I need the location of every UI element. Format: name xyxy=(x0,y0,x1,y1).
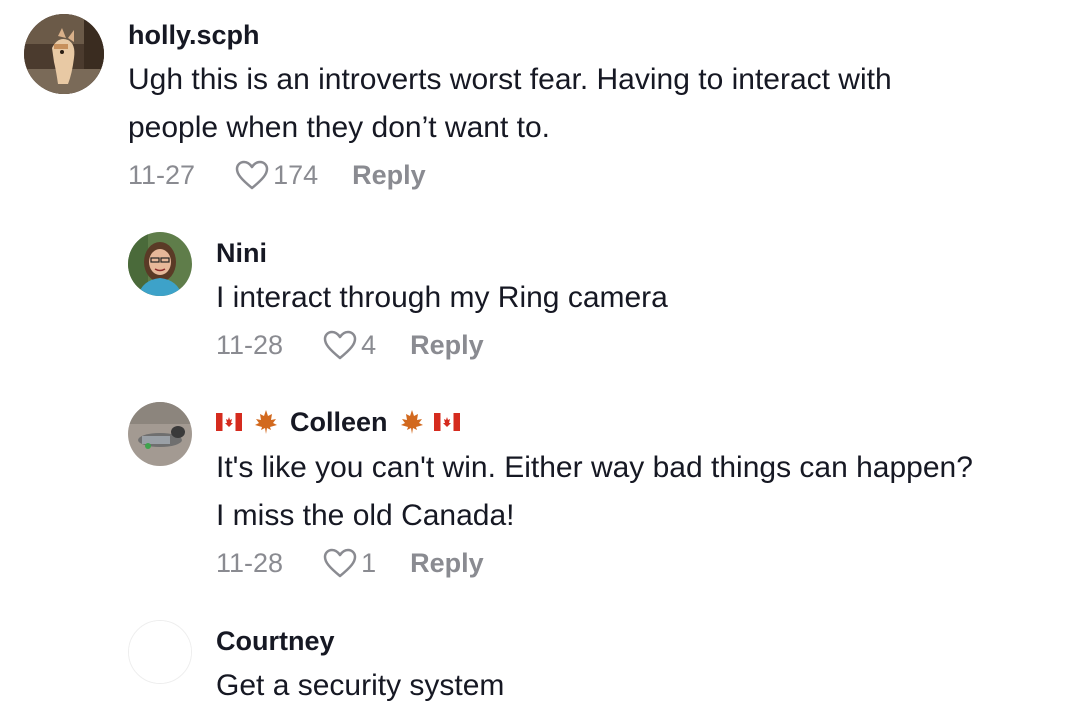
avatar[interactable] xyxy=(128,620,192,684)
comment-text-line: It's like you can't win. Either way bad … xyxy=(216,451,973,484)
reply-button[interactable]: Reply xyxy=(352,161,426,189)
avatar[interactable] xyxy=(24,14,104,94)
heart-icon xyxy=(323,330,357,360)
comment-text-line: Get a security system xyxy=(216,669,505,702)
comment-text-line: I miss the old Canada! xyxy=(216,499,515,532)
comment-date: 11-28 xyxy=(216,547,284,578)
like-count: 1 xyxy=(361,547,377,578)
comment-text-line: people when they don’t want to. xyxy=(128,111,550,144)
maple-leaf-icon xyxy=(400,410,423,434)
horse-photo-avatar xyxy=(24,14,104,94)
avatar[interactable] xyxy=(128,232,192,296)
heart-icon xyxy=(323,548,357,578)
comment-username-text: Colleen xyxy=(290,406,388,437)
blank-avatar xyxy=(129,621,191,683)
comment-username[interactable]: Nini xyxy=(216,240,267,267)
canada-flag-icon xyxy=(216,413,242,431)
comment-username[interactable]: Courtney xyxy=(216,628,335,655)
comment-text-line: Ugh this is an introverts worst fear. Ha… xyxy=(128,63,892,96)
woman-photo-avatar xyxy=(128,232,192,296)
like-count: 4 xyxy=(361,329,377,360)
comment-date: 11-28 xyxy=(216,329,284,360)
dog-photo-avatar xyxy=(128,402,192,466)
heart-icon xyxy=(235,160,269,190)
canada-flag-icon xyxy=(433,413,460,431)
maple-leaf-icon xyxy=(255,410,277,434)
like-button[interactable]: 1 xyxy=(323,548,376,578)
comment-username[interactable]: Colleen xyxy=(216,408,460,436)
like-button[interactable]: 4 xyxy=(323,330,376,360)
like-button[interactable]: 174 xyxy=(235,160,318,190)
reply-button[interactable]: Reply xyxy=(410,331,484,359)
comment-username[interactable]: holly.scph xyxy=(128,22,260,49)
comment-date: 11-27 xyxy=(128,159,196,190)
like-count: 174 xyxy=(273,159,319,190)
comment-meta: 11-28 4 Reply xyxy=(216,330,484,360)
comment-text-line: I interact through my Ring camera xyxy=(216,281,668,314)
reply-button[interactable]: Reply xyxy=(410,549,484,577)
avatar[interactable] xyxy=(128,402,192,466)
comment-meta: 11-28 1 Reply xyxy=(216,548,484,578)
comment-meta: 11-27 174 Reply xyxy=(128,160,426,190)
